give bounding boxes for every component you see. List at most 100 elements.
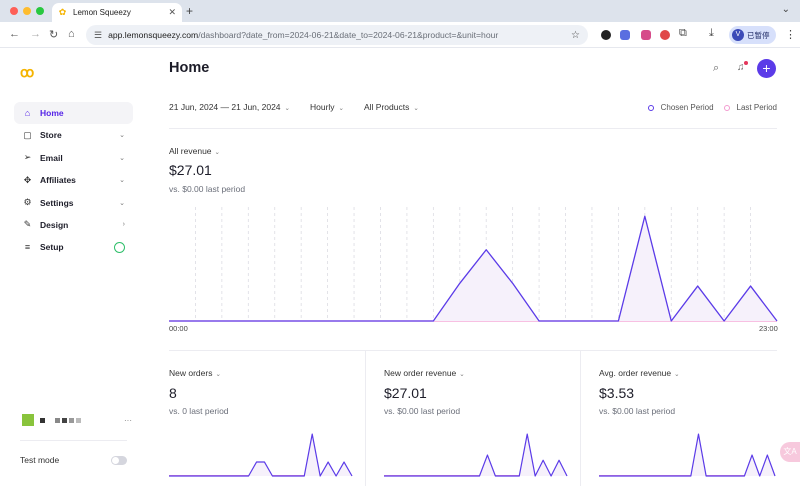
- series-area-chosen-period: [169, 434, 352, 476]
- sidebar-item-label: Home: [40, 108, 64, 118]
- legend-chosen-period[interactable]: Chosen Period: [647, 103, 714, 112]
- chevron-down-icon: ⌄: [413, 105, 419, 112]
- lemon-squeezy-favicon-icon: ✿: [58, 7, 67, 17]
- avg-order-revenue-compare: vs. $0.00 last period: [599, 406, 676, 416]
- sidebar: ꝏ ⌂ Home ▢ Store ⌄ ➢ Email ⌄ ✥ Affiliate…: [0, 48, 145, 486]
- divider: [169, 350, 777, 351]
- chevron-right-icon: ›: [122, 221, 125, 229]
- store-logo: [22, 414, 34, 426]
- new-order-revenue-value: $27.01: [384, 385, 427, 401]
- chevron-down-icon: ⌄: [214, 149, 220, 156]
- new-order-revenue-chart[interactable]: [384, 428, 568, 477]
- chevron-down-icon: ⌄: [119, 199, 125, 207]
- forward-arrow-icon[interactable]: →: [30, 28, 41, 40]
- legend-dot: [723, 104, 730, 111]
- browser-toolbar: ← → ↻ ⌂ ☰ app.lemonsqueezy.com/dashboard…: [0, 22, 800, 48]
- extensions-puzzle-icon[interactable]: ⧉: [679, 27, 687, 40]
- legend-dot: [647, 104, 654, 111]
- products-select[interactable]: All Products ⌄: [364, 102, 419, 112]
- avg-order-revenue-select[interactable]: Avg. order revenue ⌄: [599, 368, 680, 378]
- date-range-select[interactable]: 21 Jun, 2024 — 21 Jun, 2024 ⌄: [169, 102, 290, 112]
- new-tab-plus-icon[interactable]: +: [186, 4, 193, 18]
- sidebar-item-label: Settings: [40, 197, 74, 208]
- back-arrow-icon[interactable]: ←: [9, 28, 20, 40]
- minimize-window-button[interactable]: [23, 7, 31, 15]
- address-bar[interactable]: ☰ app.lemonsqueezy.com/dashboard?date_fr…: [86, 25, 588, 45]
- new-orders-value: 8: [169, 385, 177, 401]
- bell-icon[interactable]: ♫: [737, 61, 748, 73]
- filter-bar: 21 Jun, 2024 — 21 Jun, 2024 ⌄ Hourly ⌄ All…: [169, 102, 439, 112]
- extension-icon[interactable]: [620, 30, 630, 40]
- close-tab-icon[interactable]: ✕: [168, 7, 176, 18]
- store-switcher[interactable]: ···: [22, 414, 132, 426]
- chevron-down-icon: ⌄: [284, 105, 290, 112]
- close-window-button[interactable]: [10, 7, 18, 15]
- series-area-chosen-period: [169, 216, 777, 321]
- sidebar-item-settings[interactable]: ⚙ Settings ⌄: [14, 192, 133, 214]
- store-name-pixel: [62, 417, 67, 423]
- extension-icon[interactable]: [601, 30, 611, 40]
- chevron-down-icon: ⌄: [119, 177, 125, 185]
- tab-search-chevron-icon[interactable]: ⌄: [782, 4, 790, 15]
- sidebar-nav: ⌂ Home ▢ Store ⌄ ➢ Email ⌄ ✥ Affiliates …: [14, 102, 133, 259]
- divider: [580, 350, 581, 486]
- sidebar-item-label: Email: [40, 152, 63, 163]
- chevron-down-icon: ⌄: [215, 371, 221, 378]
- lemon-squeezy-logo-icon[interactable]: ꝏ: [20, 64, 34, 81]
- browser-tab-bar: ✿ Lemon Squeezy ✕ + ⌄: [0, 0, 800, 22]
- sidebar-item-design[interactable]: ✎ Design ›: [14, 214, 133, 236]
- all-revenue-select[interactable]: All revenue ⌄: [169, 146, 220, 156]
- x-axis-start-label: 00:00: [169, 324, 188, 333]
- maximize-window-button[interactable]: [36, 7, 44, 15]
- notification-dot: [744, 61, 748, 65]
- sidebar-item-store[interactable]: ▢ Store ⌄: [14, 124, 133, 146]
- granularity-select[interactable]: Hourly ⌄: [310, 102, 344, 112]
- new-orders-chart[interactable]: [169, 428, 353, 477]
- chevron-down-icon: ⌄: [338, 105, 344, 112]
- browser-menu-icon[interactable]: ⋮: [785, 28, 796, 41]
- profile-button[interactable]: V 已暂停: [729, 26, 776, 44]
- reload-icon[interactable]: ↻: [49, 28, 58, 41]
- sidebar-item-email[interactable]: ➢ Email ⌄: [14, 147, 133, 169]
- test-mode-row: Test mode: [20, 455, 127, 465]
- chevron-down-icon: ⌄: [459, 371, 465, 378]
- sliders-icon: ≡: [24, 242, 31, 253]
- store-more-icon[interactable]: ···: [124, 416, 132, 425]
- divider: [169, 128, 777, 129]
- sidebar-item-home[interactable]: ⌂ Home: [14, 102, 133, 124]
- divider: [20, 440, 127, 441]
- extension-icon[interactable]: [641, 30, 651, 40]
- search-icon[interactable]: ⌕: [713, 62, 719, 75]
- sidebar-item-affiliates[interactable]: ✥ Affiliates ⌄: [14, 169, 133, 191]
- new-orders-select[interactable]: New orders ⌄: [169, 368, 221, 378]
- tab-title: Lemon Squeezy: [73, 8, 131, 17]
- bookmark-star-icon[interactable]: ☆: [571, 30, 580, 41]
- new-orders-compare: vs. 0 last period: [169, 406, 229, 416]
- sidebar-item-label: Setup: [40, 242, 64, 253]
- setup-progress-ring: [114, 241, 125, 253]
- store-name-pixel: [55, 417, 60, 423]
- series-area-chosen-period: [384, 434, 567, 476]
- chevron-down-icon: ⌄: [119, 132, 125, 140]
- main-content: Home ⌕ ♫ + 21 Jun, 2024 — 21 Jun, 2024 ⌄ …: [169, 48, 781, 486]
- sidebar-item-label: Store: [40, 130, 62, 141]
- test-mode-toggle[interactable]: [111, 455, 127, 465]
- browser-tab[interactable]: ✿ Lemon Squeezy ✕: [52, 3, 182, 22]
- page-title: Home: [169, 60, 210, 76]
- sidebar-item-label: Design: [40, 219, 69, 230]
- sidebar-item-setup[interactable]: ≡ Setup: [14, 236, 133, 258]
- revenue-chart[interactable]: [169, 207, 778, 322]
- app: ꝏ ⌂ Home ▢ Store ⌄ ➢ Email ⌄ ✥ Affiliate…: [0, 48, 800, 486]
- design-icon: ✎: [23, 219, 32, 230]
- extension-icon[interactable]: [660, 30, 670, 40]
- avg-order-revenue-chart[interactable]: [599, 428, 776, 477]
- add-button[interactable]: +: [757, 59, 776, 78]
- series-area-chosen-period: [599, 434, 775, 476]
- new-order-revenue-select[interactable]: New order revenue ⌄: [384, 368, 465, 378]
- download-icon[interactable]: ⤓: [709, 27, 714, 40]
- translate-floating-icon[interactable]: 文A: [780, 442, 800, 462]
- site-info-icon[interactable]: ☰: [94, 30, 102, 41]
- gear-icon: ⚙: [23, 197, 32, 208]
- home-browser-icon[interactable]: ⌂: [68, 28, 75, 40]
- legend-last-period[interactable]: Last Period: [723, 103, 777, 112]
